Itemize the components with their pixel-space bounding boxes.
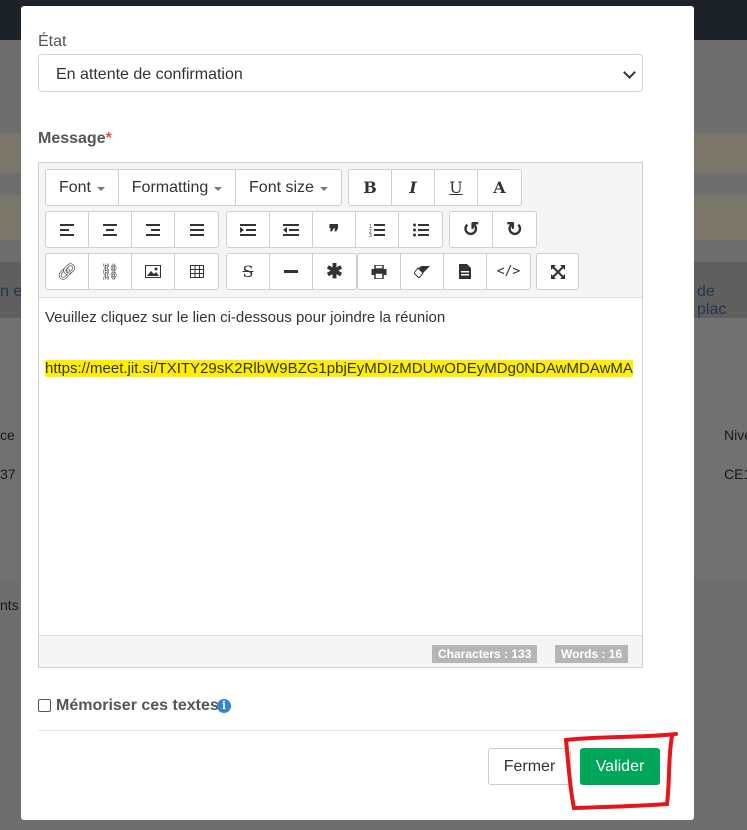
strikethrough-icon[interactable]: S — [227, 254, 270, 289]
alignment-group — [45, 211, 219, 248]
table-button[interactable] — [175, 254, 218, 289]
align-left-button[interactable] — [46, 212, 89, 247]
info-icon[interactable]: i — [217, 699, 231, 713]
image-button[interactable] — [132, 254, 175, 289]
align-right-icon — [146, 223, 160, 236]
fullscreen-group — [536, 253, 579, 290]
indent-icon — [240, 223, 256, 236]
rich-text-editor: Font Formatting Font size B I U A ❞ 1 2 … — [38, 162, 643, 668]
indent-button[interactable] — [227, 212, 270, 247]
formatting-dropdown[interactable]: Formatting — [119, 170, 236, 205]
fullscreen-icon — [550, 264, 565, 279]
underline-button[interactable]: U — [435, 170, 478, 205]
justify-button[interactable] — [175, 212, 218, 247]
message-line: Veuillez cliquez sur le lien ci-dessous … — [45, 309, 446, 326]
eraser-button[interactable] — [401, 254, 444, 289]
background-column-header: Nive — [724, 427, 747, 443]
fermer-button[interactable]: Fermer — [488, 748, 571, 785]
print-icon — [371, 264, 387, 279]
caret-down-icon — [97, 186, 105, 191]
special-char-icon[interactable]: ✱ — [313, 254, 356, 289]
outdent-icon — [283, 223, 299, 236]
unordered-list-button[interactable] — [399, 212, 442, 247]
image-icon — [145, 265, 161, 278]
print-button[interactable] — [358, 254, 401, 289]
chevron-down-icon — [623, 66, 636, 79]
memoriser-checkbox[interactable] — [38, 699, 51, 712]
blockquote-icon[interactable]: ❞ — [313, 212, 356, 247]
background-cell: CE1 — [724, 466, 747, 482]
ordered-list-icon: 123 — [369, 223, 385, 237]
text-style-group: B I U A — [348, 169, 522, 206]
indent-group: ❞ 123 — [226, 211, 443, 248]
caret-down-icon — [214, 186, 223, 191]
required-asterisk: * — [105, 130, 112, 147]
character-count: Characters : 133 — [432, 645, 538, 663]
fullscreen-button[interactable] — [537, 254, 578, 289]
background-link-fragment: de plac — [697, 283, 727, 318]
text-color-button[interactable]: A — [478, 170, 521, 205]
svg-text:3: 3 — [369, 233, 372, 237]
outdent-button[interactable] — [270, 212, 313, 247]
align-right-button[interactable] — [132, 212, 175, 247]
bold-button[interactable]: B — [349, 170, 392, 205]
horizontal-rule-button[interactable] — [270, 254, 313, 289]
editor-toolbar: Font Formatting Font size B I U A ❞ 1 2 … — [39, 163, 642, 298]
eraser-icon — [414, 265, 430, 278]
message-modal: État En attente de confirmation Message*… — [21, 6, 694, 820]
message-label: Message* — [38, 130, 112, 147]
editor-content[interactable]: Veuillez cliquez sur le lien ci-dessous … — [39, 298, 642, 635]
undo-icon[interactable]: ↺ — [450, 212, 493, 247]
format-group: S ✱ — [226, 253, 357, 290]
background-text-fragment: ce — [0, 427, 15, 443]
background-text-fragment: 37 — [0, 466, 16, 482]
align-left-icon — [60, 223, 74, 236]
unordered-list-icon — [412, 223, 429, 236]
memoriser-label: Mémoriser ces textes — [56, 697, 219, 714]
background-link-fragment: n e — [0, 283, 23, 300]
justify-icon — [189, 223, 204, 236]
code-view-icon[interactable]: </> — [487, 254, 530, 289]
unlink-icon[interactable]: ⛓︎ — [89, 254, 132, 289]
insert-group: 🔗︎ ⛓︎ — [45, 253, 219, 290]
align-center-button[interactable] — [89, 212, 132, 247]
font-size-dropdown[interactable]: Font size — [236, 170, 341, 205]
etat-label: État — [38, 33, 67, 50]
etat-select-value: En attente de confirmation — [56, 66, 243, 83]
font-dropdown[interactable]: Font — [46, 170, 119, 205]
italic-button[interactable]: I — [392, 170, 435, 205]
valider-button[interactable]: Valider — [580, 748, 660, 785]
editor-statusbar: Characters : 133 Words : 16 — [39, 635, 642, 667]
document-button[interactable] — [444, 254, 487, 289]
footer-divider — [38, 730, 655, 731]
font-dropdown-group: Font Formatting Font size — [45, 169, 342, 206]
link-icon[interactable]: 🔗︎ — [46, 254, 89, 289]
horizontal-rule-icon — [284, 269, 298, 273]
caret-down-icon — [319, 186, 328, 191]
history-group: ↺ ↻ — [449, 211, 537, 248]
word-count: Words : 16 — [555, 645, 629, 663]
redo-icon[interactable]: ↻ — [493, 212, 536, 247]
background-text-fragment: nts — [0, 597, 19, 613]
ordered-list-button[interactable]: 123 — [356, 212, 399, 247]
document-icon — [459, 264, 471, 279]
table-icon — [189, 265, 204, 278]
meeting-link[interactable]: https://meet.jit.si/TXITY29sK2RlbW9BZG1p… — [45, 360, 633, 377]
etat-select[interactable]: En attente de confirmation — [38, 54, 643, 92]
tools-group: </> — [357, 253, 531, 290]
align-center-icon — [103, 223, 117, 236]
